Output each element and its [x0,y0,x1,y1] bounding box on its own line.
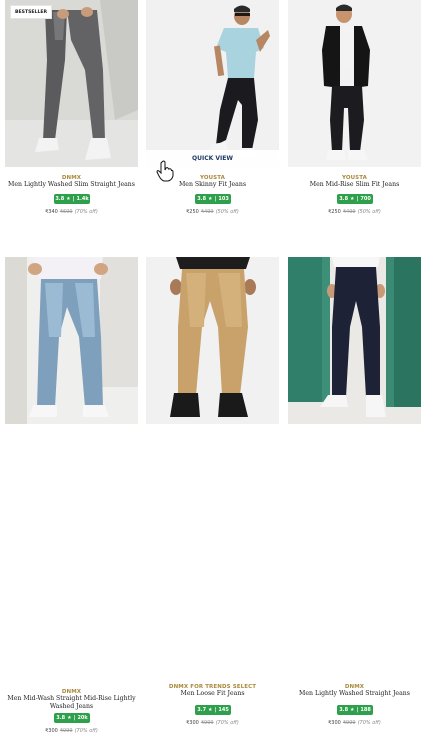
product-image[interactable] [288,0,421,167]
rating-badge: 3.8 ★ | 1.4k [54,194,90,204]
product-image[interactable] [146,257,279,424]
selling-price: ₹300 [328,720,341,726]
selling-price: ₹250 [186,209,199,215]
discount-text: (70% off) [74,728,98,734]
mrp-price: ₹699 [59,209,73,215]
rating-separator: | [214,707,217,713]
selling-price: ₹250 [328,209,341,215]
star-icon: ★ [66,196,71,202]
rating-badge: 3.7 ★ | 145 [195,705,231,715]
product-image[interactable] [288,257,421,424]
rating-badge: 3.8 ★ | 103 [195,194,231,204]
product-name[interactable]: Men Loose Fit Jeans [146,690,279,698]
rating-value: 3.7 [197,707,207,713]
rating-separator: | [72,196,75,202]
product-price: ₹250 ₹499 (50% off) [288,209,421,215]
product-price: ₹300 ₹999 (70% off) [146,720,279,726]
hand-pointer-icon [156,160,174,182]
bestseller-badge: BESTSELLER [10,5,53,19]
product-price: ₹300 ₹999 (70% off) [288,720,421,726]
product-image[interactable] [5,0,138,167]
product-name[interactable]: Men Skinny Fit Jeans [146,181,279,189]
rating-separator: | [214,196,217,202]
rating-count: 20k [77,715,88,721]
star-icon: ★ [208,196,213,202]
product-name[interactable]: Men Lightly Washed Slim Straight Jeans [5,181,138,189]
mrp-price: ₹499 [342,209,356,215]
star-icon: ★ [350,707,355,713]
rating-separator: | [356,707,359,713]
product-name[interactable]: Men Mid-Wash Straight Mid-Rise Lightly W… [5,695,138,711]
discount-text: (70% off) [215,720,239,726]
star-icon: ★ [350,196,355,202]
star-icon: ★ [208,707,213,713]
discount-text: (70% off) [74,209,98,215]
rating-count: 145 [218,707,229,713]
selling-price: ₹300 [45,728,58,734]
mrp-price: ₹499 [200,209,214,215]
discount-text: (50% off) [215,209,239,215]
product-image[interactable] [5,257,138,424]
star-icon: ★ [67,715,72,721]
rating-separator: | [356,196,359,202]
product-name[interactable]: Men Mid-Rise Slim Fit Jeans [288,181,421,189]
selling-price: ₹340 [45,209,58,215]
rating-value: 3.8 [55,196,65,202]
rating-separator: | [73,715,76,721]
product-name[interactable]: Men Lightly Washed Straight Jeans [288,690,421,698]
rating-count: 103 [218,196,229,202]
rating-count: 700 [360,196,371,202]
product-price: ₹340 ₹699 (70% off) [5,209,138,215]
product-price: ₹300 ₹999 (70% off) [5,728,138,734]
mrp-price: ₹999 [59,728,73,734]
product-image[interactable]: QUICK VIEW [146,0,279,167]
discount-text: (50% off) [357,209,381,215]
mrp-price: ₹999 [342,720,356,726]
rating-badge: 3.8 ★ | 20k [54,713,90,723]
selling-price: ₹300 [186,720,199,726]
rating-count: 1.4k [76,196,89,202]
rating-badge: 3.8 ★ | 700 [337,194,373,204]
rating-count: 188 [360,707,371,713]
rating-value: 3.8 [339,707,349,713]
mrp-price: ₹999 [200,720,214,726]
rating-value: 3.8 [197,196,207,202]
rating-value: 3.8 [339,196,349,202]
rating-badge: 3.8 ★ | 188 [337,705,373,715]
discount-text: (70% off) [357,720,381,726]
rating-value: 3.8 [56,715,66,721]
product-price: ₹250 ₹499 (50% off) [146,209,279,215]
